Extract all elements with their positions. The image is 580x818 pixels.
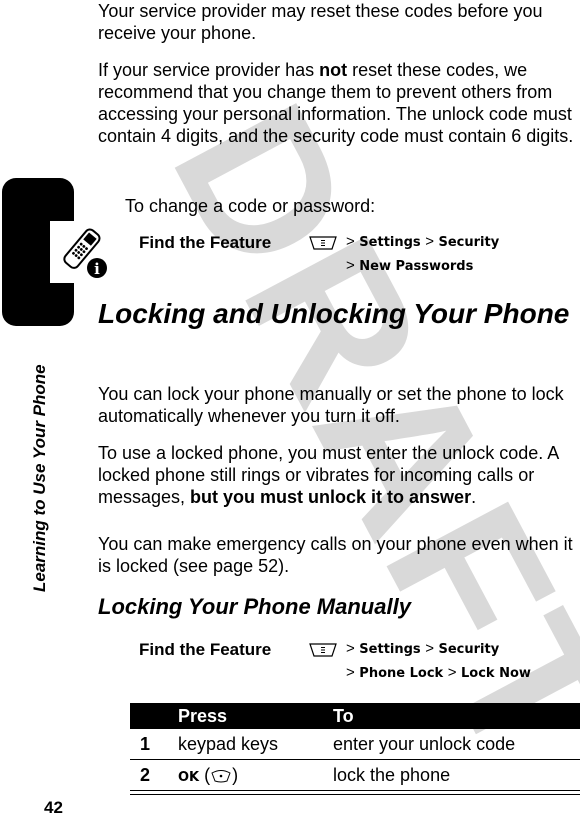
paragraph-locked-phone: To use a locked phone, you must enter th… [98, 442, 580, 508]
header-press: Press [178, 705, 228, 726]
paragraph-lock-manual: You can lock your phone manually or set … [98, 384, 564, 426]
page-number: 42 [44, 798, 63, 817]
separator: > [346, 257, 355, 274]
menu-item-lock-now[interactable]: Lock Now [461, 666, 531, 681]
separator: > [346, 664, 355, 681]
paragraph-change-codes: If your service provider has not reset t… [98, 59, 580, 147]
center-select-key-icon [211, 769, 231, 783]
separator: > [447, 664, 457, 681]
separator: > [425, 640, 434, 657]
separator: > [346, 640, 355, 657]
menu-item-new-passwords[interactable]: New Passwords [359, 259, 473, 274]
menu-item-settings[interactable]: Settings [359, 235, 420, 250]
table-bottom-rule [130, 791, 580, 795]
menu-key-icon [309, 643, 337, 657]
paragraph-reset-codes: Your service provider may reset these co… [98, 1, 543, 43]
chapter-side-title: Learning to Use Your Phone [30, 364, 49, 592]
paragraph-emergency: You can make emergency calls on your pho… [98, 534, 573, 576]
menu-item-security[interactable]: Security [439, 235, 500, 250]
table-header: Press To [130, 703, 580, 729]
svg-text:i: i [94, 260, 100, 278]
paragraph-to-change: To change a code or password: [125, 196, 376, 216]
menu-item-security[interactable]: Security [439, 642, 500, 657]
feature-path-lock-now: > Settings > Security > Phone Lock > Loc… [346, 637, 531, 685]
separator: > [425, 233, 434, 250]
step-action: lock the phone [333, 764, 451, 785]
find-feature-label: Find the Feature [139, 640, 272, 659]
phone-info-icon: i [50, 221, 112, 283]
feature-path-new-passwords: > Settings > Security > New Passwords [346, 230, 499, 278]
draft-watermark: DRAFT [130, 71, 580, 801]
step-number: 1 [140, 733, 151, 754]
step-action: enter your unlock code [333, 733, 516, 754]
menu-item-phone-lock[interactable]: Phone Lock [359, 666, 443, 681]
step-press: keypad keys [178, 733, 279, 754]
emphasis-unlock: but you must unlock it to answer [190, 487, 472, 507]
emphasis-not: not [319, 60, 348, 80]
table-row: 2 OK () lock the phone [130, 760, 580, 791]
step-press: OK () [178, 764, 239, 785]
header-to: To [333, 705, 354, 726]
text: . [471, 487, 477, 507]
separator: > [346, 233, 355, 250]
steps-table: Press To 1 keypad keys enter your unlock… [130, 703, 580, 795]
text: If your service provider has [98, 60, 320, 80]
step-number: 2 [140, 764, 151, 785]
heading-locking-manually: Locking Your Phone Manually [98, 594, 411, 619]
ok-key-label: OK [178, 769, 200, 785]
find-feature-label: Find the Feature [139, 233, 272, 252]
heading-locking-unlocking: Locking and Unlocking Your Phone [98, 298, 570, 329]
menu-key-icon [309, 236, 337, 250]
table-row: 1 keypad keys enter your unlock code [130, 729, 580, 760]
menu-item-settings[interactable]: Settings [359, 642, 420, 657]
